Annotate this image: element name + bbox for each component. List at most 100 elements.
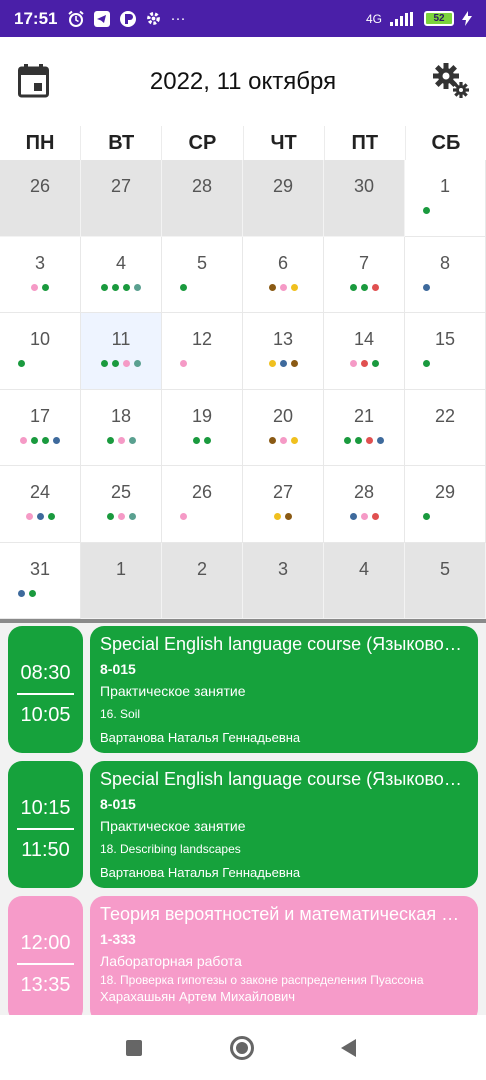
calendar-day[interactable]: 26 <box>0 160 81 237</box>
calendar-day[interactable]: 14 <box>324 313 405 390</box>
event-dot <box>349 283 357 291</box>
calendar-day[interactable]: 28 <box>324 466 405 543</box>
day-number: 28 <box>353 482 375 502</box>
weekday-header: ПН ВТ СР ЧТ ПТ СБ <box>0 126 486 160</box>
calendar-day[interactable]: 17 <box>0 389 81 466</box>
time-separator <box>17 828 74 830</box>
calendar-day[interactable]: 20 <box>243 389 324 466</box>
weekday-label: ЧТ <box>244 126 325 160</box>
event-dot <box>106 513 114 520</box>
back-triangle-icon[interactable] <box>341 1039 356 1057</box>
calendar-day[interactable]: 29 <box>243 160 324 237</box>
calendar-day[interactable]: 4 <box>324 542 405 619</box>
calendar-day[interactable]: 18 <box>81 389 162 466</box>
lesson-card[interactable]: 08:30 10:05 Special English language cours… <box>8 626 478 753</box>
calendar-day[interactable]: 13 <box>243 313 324 390</box>
gear-icon <box>147 12 161 25</box>
calendar-day[interactable]: 15 <box>405 313 486 390</box>
calendar-day[interactable]: 27 <box>243 466 324 543</box>
day-number: 25 <box>110 482 132 502</box>
event-dots <box>243 283 323 291</box>
event-dot <box>31 436 38 444</box>
event-dot <box>123 283 130 291</box>
event-dot <box>180 360 187 367</box>
day-number: 14 <box>353 329 375 349</box>
lesson-time: 12:00 13:35 <box>8 896 83 1015</box>
event-dot <box>134 283 141 291</box>
calendar-day[interactable]: 25 <box>81 466 162 543</box>
calendar-day[interactable]: 5 <box>405 542 486 619</box>
lesson-start-time: 10:15 <box>20 797 71 819</box>
event-dot <box>344 436 351 444</box>
calendar-day[interactable]: 3 <box>243 542 324 619</box>
calendar-day[interactable]: 5 <box>162 236 243 313</box>
calendar-day[interactable]: 24 <box>0 466 81 543</box>
calendar-day[interactable]: 7 <box>324 236 405 313</box>
lesson-card[interactable]: 10:15 11:50 Special English language cours… <box>8 761 478 888</box>
day-number: 22 <box>434 405 456 426</box>
day-number: 27 <box>110 176 132 196</box>
calendar-day[interactable]: 31 <box>0 542 81 619</box>
day-number: 10 <box>29 329 51 349</box>
event-dots <box>405 283 485 291</box>
page-title[interactable]: 2022, 11 октября <box>150 68 336 96</box>
event-dots <box>324 513 404 520</box>
calendar-icon[interactable] <box>18 64 49 98</box>
calendar-day[interactable]: 2 <box>162 542 243 619</box>
event-dots <box>162 513 242 520</box>
day-number: 5 <box>196 252 207 273</box>
home-circle-icon[interactable] <box>230 1036 254 1060</box>
event-dots <box>81 436 161 444</box>
charging-icon <box>462 11 472 26</box>
calendar-day[interactable]: 30 <box>324 160 405 237</box>
calendar-day[interactable]: 1 <box>405 160 486 237</box>
lesson-time: 10:15 11:50 <box>8 761 83 888</box>
day-number: 4 <box>358 558 369 579</box>
weekday-label: СБ <box>431 132 461 154</box>
event-dot <box>117 513 125 520</box>
event-dot <box>47 513 55 520</box>
calendar-day[interactable]: 19 <box>162 389 243 466</box>
event-dots <box>0 513 80 520</box>
calendar-day[interactable]: 10 <box>0 313 81 390</box>
event-dot <box>101 283 108 291</box>
day-number: 2 <box>196 558 207 579</box>
calendar-day[interactable]: 3 <box>0 236 81 313</box>
calendar-day[interactable]: 8 <box>405 236 486 313</box>
calendar-day[interactable]: 1 <box>81 542 162 619</box>
status-bar: 17:51 ··· 4G 52 <box>0 0 486 37</box>
calendar-day[interactable]: 27 <box>81 160 162 237</box>
lesson-subject: Теория вероятностей и математическая ста… <box>100 904 468 924</box>
calendar-day-today[interactable]: 11 <box>81 313 162 390</box>
calendar-day[interactable]: 28 <box>162 160 243 237</box>
battery-icon: 52 <box>424 11 454 26</box>
calendar-day[interactable]: 29 <box>405 466 486 543</box>
lesson-time: 08:30 10:05 <box>8 626 83 753</box>
event-dot <box>349 360 357 367</box>
recents-square-icon[interactable] <box>126 1040 142 1056</box>
event-dot <box>423 207 430 214</box>
lesson-details: Теория вероятностей и математическая ста… <box>90 896 478 1015</box>
system-nav-bar <box>0 1015 486 1080</box>
settings-gears-icon[interactable] <box>432 63 470 99</box>
calendar-day[interactable]: 22 <box>405 389 486 466</box>
day-number: 17 <box>29 405 51 426</box>
event-dot <box>112 360 119 367</box>
event-dot <box>360 513 368 520</box>
lesson-type: Практическое занятие <box>100 818 246 834</box>
app-icon <box>120 10 137 27</box>
calendar-day[interactable]: 6 <box>243 236 324 313</box>
calendar-day[interactable]: 4 <box>81 236 162 313</box>
event-dots <box>324 436 404 444</box>
day-number: 30 <box>353 176 375 196</box>
weekday-label: СР <box>162 126 244 160</box>
calendar-day[interactable]: 12 <box>162 313 243 390</box>
calendar-day[interactable]: 26 <box>162 466 243 543</box>
time-separator <box>17 693 74 695</box>
day-number: 28 <box>191 176 213 196</box>
day-number: 31 <box>29 558 51 579</box>
calendar-day[interactable]: 21 <box>324 389 405 466</box>
lesson-card[interactable]: 12:00 13:35 Теория вероятностей и математи… <box>8 896 478 1015</box>
event-dot <box>134 360 141 367</box>
event-dot <box>279 436 287 444</box>
